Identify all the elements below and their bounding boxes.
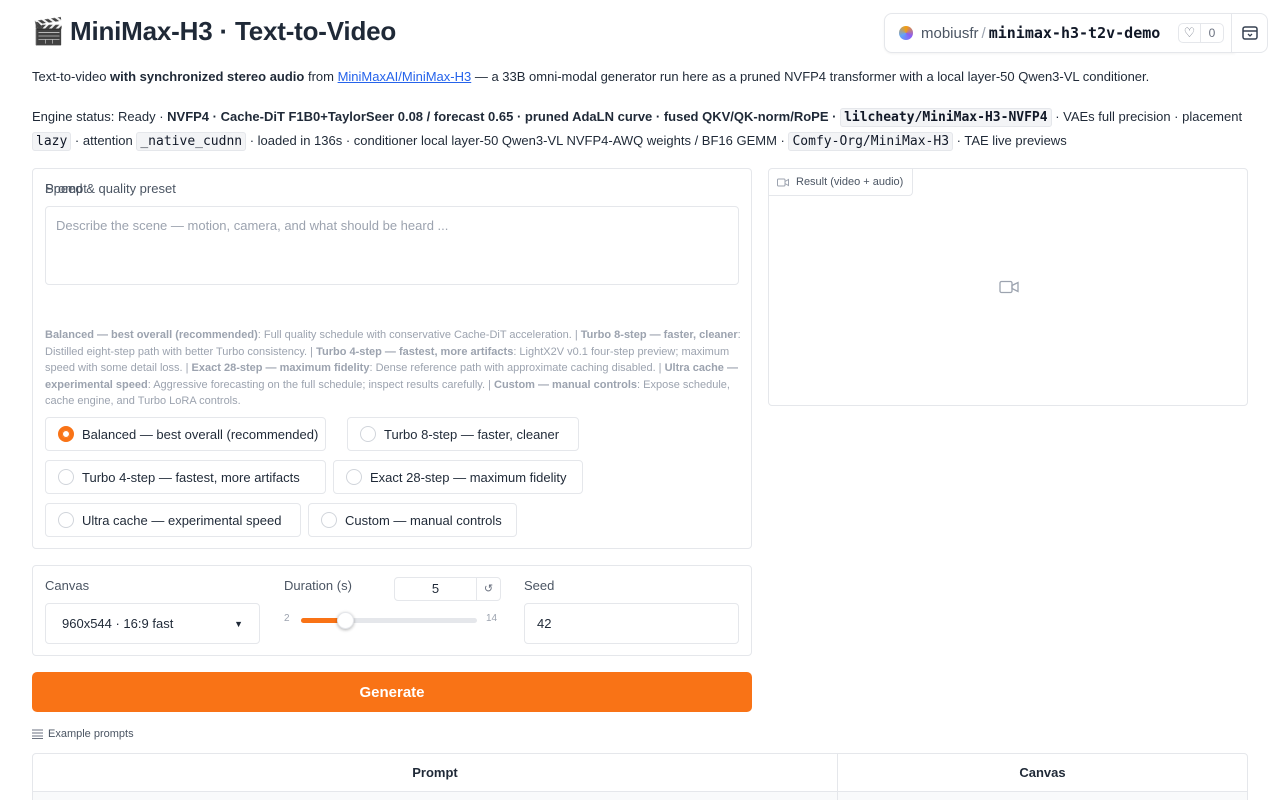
radio-dot[interactable] bbox=[321, 512, 337, 528]
badge-separator: / bbox=[981, 24, 986, 42]
radio-dot[interactable] bbox=[360, 426, 376, 442]
generate-button[interactable]: Generate bbox=[32, 672, 752, 712]
space-badge[interactable]: mobiusfr / minimax-h3-t2v-demo ♡ 0 bbox=[884, 13, 1235, 53]
result-label: Result (video + audio) bbox=[796, 176, 904, 188]
attention-code: _native_cudnn bbox=[136, 132, 247, 151]
settings-panel: Canvas 960x544 · 16:9 fast ▼ Duration (s… bbox=[32, 565, 752, 656]
result-panel: Result (video + audio) bbox=[768, 168, 1248, 406]
heart-icon: ♡ bbox=[1179, 24, 1201, 42]
preset-info-desc: : Dense reference path with approximate … bbox=[369, 362, 665, 375]
examples-label: Example prompts bbox=[48, 728, 134, 740]
intro-prefix: Text-to-video bbox=[32, 69, 111, 84]
preset-label: Speed & quality preset bbox=[45, 181, 176, 196]
preset-option-label: Ultra cache — experimental speed bbox=[82, 512, 282, 528]
status-tail: · TAE live previews bbox=[953, 133, 1067, 148]
preset-info-name: Balanced — best overall (recommended) bbox=[45, 329, 258, 341]
video-icon bbox=[777, 178, 789, 186]
preset-option-label: Balanced — best overall (recommended) bbox=[82, 426, 319, 442]
column-header-prompt: Prompt bbox=[33, 754, 838, 791]
model-repo-code: lilcheaty/MiniMax-H3-NVFP4 bbox=[840, 108, 1052, 127]
page-title: 🎬 MiniMax-H3 · Text-to-Video bbox=[32, 16, 396, 47]
status-engine-config: NVFP4 · Cache-DiT F1B0+TaylorSeer 0.08 /… bbox=[167, 109, 837, 124]
table-row[interactable] bbox=[33, 792, 1247, 800]
status-loaded: · loaded in 136s · conditioner local lay… bbox=[246, 133, 789, 148]
preset-option-label: Exact 28-step — maximum fidelity bbox=[370, 469, 567, 485]
preset-option-ultra-cache[interactable]: Ultra cache — experimental speed bbox=[45, 503, 301, 537]
preset-option-label: Turbo 8-step — faster, cleaner bbox=[384, 426, 560, 442]
preset-option-label: Turbo 4-step — fastest, more artifacts bbox=[82, 469, 300, 485]
preset-info-desc: : Aggressive forecasting on the full sch… bbox=[147, 378, 494, 391]
table-cell[interactable] bbox=[33, 792, 838, 800]
table-header: Prompt Canvas bbox=[33, 754, 1247, 792]
model-link[interactable]: MiniMaxAI/MiniMax-H3 bbox=[338, 69, 472, 84]
space-owner[interactable]: mobiusfr bbox=[921, 25, 979, 42]
duration-slider[interactable] bbox=[301, 612, 477, 629]
comfy-repo-code: Comfy-Org/MiniMax-H3 bbox=[788, 132, 954, 151]
duration-number-input[interactable]: 5 bbox=[394, 577, 477, 601]
preset-info-desc: : Full quality schedule with conservativ… bbox=[257, 329, 581, 341]
prompt-input[interactable]: Describe the scene — motion, camera, and… bbox=[45, 206, 739, 285]
video-placeholder-icon bbox=[999, 279, 1019, 300]
intro-suffix: — a 33B omni-modal generator run here as… bbox=[471, 69, 1150, 84]
preset-option-label: Custom — manual controls bbox=[345, 512, 502, 528]
radio-dot[interactable] bbox=[58, 512, 74, 528]
preset-info-name: Turbo 4-step — fastest, more artifacts bbox=[316, 345, 514, 358]
engine-status: Engine status: Ready · NVFP4 · Cache-DiT… bbox=[32, 105, 1252, 153]
duration-slider-handle[interactable] bbox=[337, 612, 354, 629]
intro-text: Text-to-video with synchronized stereo a… bbox=[32, 69, 1149, 84]
duration-max: 14 bbox=[486, 613, 498, 624]
status-vae: · VAEs full precision · placement bbox=[1051, 109, 1243, 124]
column-header-canvas: Canvas bbox=[1019, 765, 1066, 780]
caret-down-icon: ▼ bbox=[234, 618, 243, 629]
preset-option-exact-28[interactable]: Exact 28-step — maximum fidelity bbox=[333, 460, 583, 494]
preset-option-turbo-8[interactable]: Turbo 8-step — faster, cleaner bbox=[347, 417, 579, 451]
result-label-tag: Result (video + audio) bbox=[769, 169, 914, 196]
clapperboard-icon: 🎬 bbox=[32, 16, 65, 46]
preset-info-name: Exact 28-step — maximum fidelity bbox=[191, 362, 370, 375]
preset-option-balanced[interactable]: Balanced — best overall (recommended) bbox=[45, 417, 326, 451]
like-count: 0 bbox=[1208, 26, 1216, 40]
duration-min: 2 bbox=[284, 613, 290, 624]
space-menu-button[interactable] bbox=[1231, 13, 1268, 53]
prompt-panel: Prompt Describe the scene — motion, came… bbox=[32, 168, 752, 549]
space-name[interactable]: minimax-h3-t2v-demo bbox=[989, 24, 1161, 42]
like-button[interactable]: ♡ 0 bbox=[1178, 23, 1224, 43]
preset-option-custom[interactable]: Custom — manual controls bbox=[308, 503, 517, 537]
preset-option-turbo-4[interactable]: Turbo 4-step — fastest, more artifacts bbox=[45, 460, 326, 494]
list-icon bbox=[32, 729, 43, 739]
placement-code: lazy bbox=[32, 132, 72, 151]
status-prefix: Engine status: Ready · bbox=[32, 109, 168, 124]
radio-dot[interactable] bbox=[346, 469, 362, 485]
window-icon bbox=[1241, 26, 1258, 40]
intro-bold: with synchronized stereo audio bbox=[110, 69, 305, 84]
examples-label-tag: Example prompts bbox=[32, 728, 134, 740]
radio-dot[interactable] bbox=[58, 469, 74, 485]
examples-table: Prompt Canvas bbox=[32, 753, 1248, 800]
preset-info: Balanced — best overall (recommended): F… bbox=[45, 327, 741, 410]
seed-input[interactable]: 42 bbox=[524, 603, 739, 644]
reset-icon[interactable]: ↺ bbox=[476, 577, 501, 601]
page-title-text: MiniMax-H3 · Text-to-Video bbox=[70, 16, 397, 46]
preset-info-name: Custom — manual controls bbox=[494, 378, 638, 391]
preset-info-name: Turbo 8-step — faster, cleaner bbox=[580, 329, 738, 341]
canvas-label: Canvas bbox=[45, 578, 90, 593]
user-avatar bbox=[899, 26, 913, 40]
duration-label: Duration (s) bbox=[284, 578, 352, 593]
intro-from: from bbox=[304, 69, 338, 84]
status-attention: · attention bbox=[71, 133, 137, 148]
radio-dot[interactable] bbox=[58, 426, 74, 442]
seed-label: Seed bbox=[524, 578, 555, 593]
canvas-dropdown[interactable]: 960x544 · 16:9 fast ▼ bbox=[45, 603, 260, 644]
canvas-value: 960x544 · 16:9 fast bbox=[62, 616, 174, 631]
